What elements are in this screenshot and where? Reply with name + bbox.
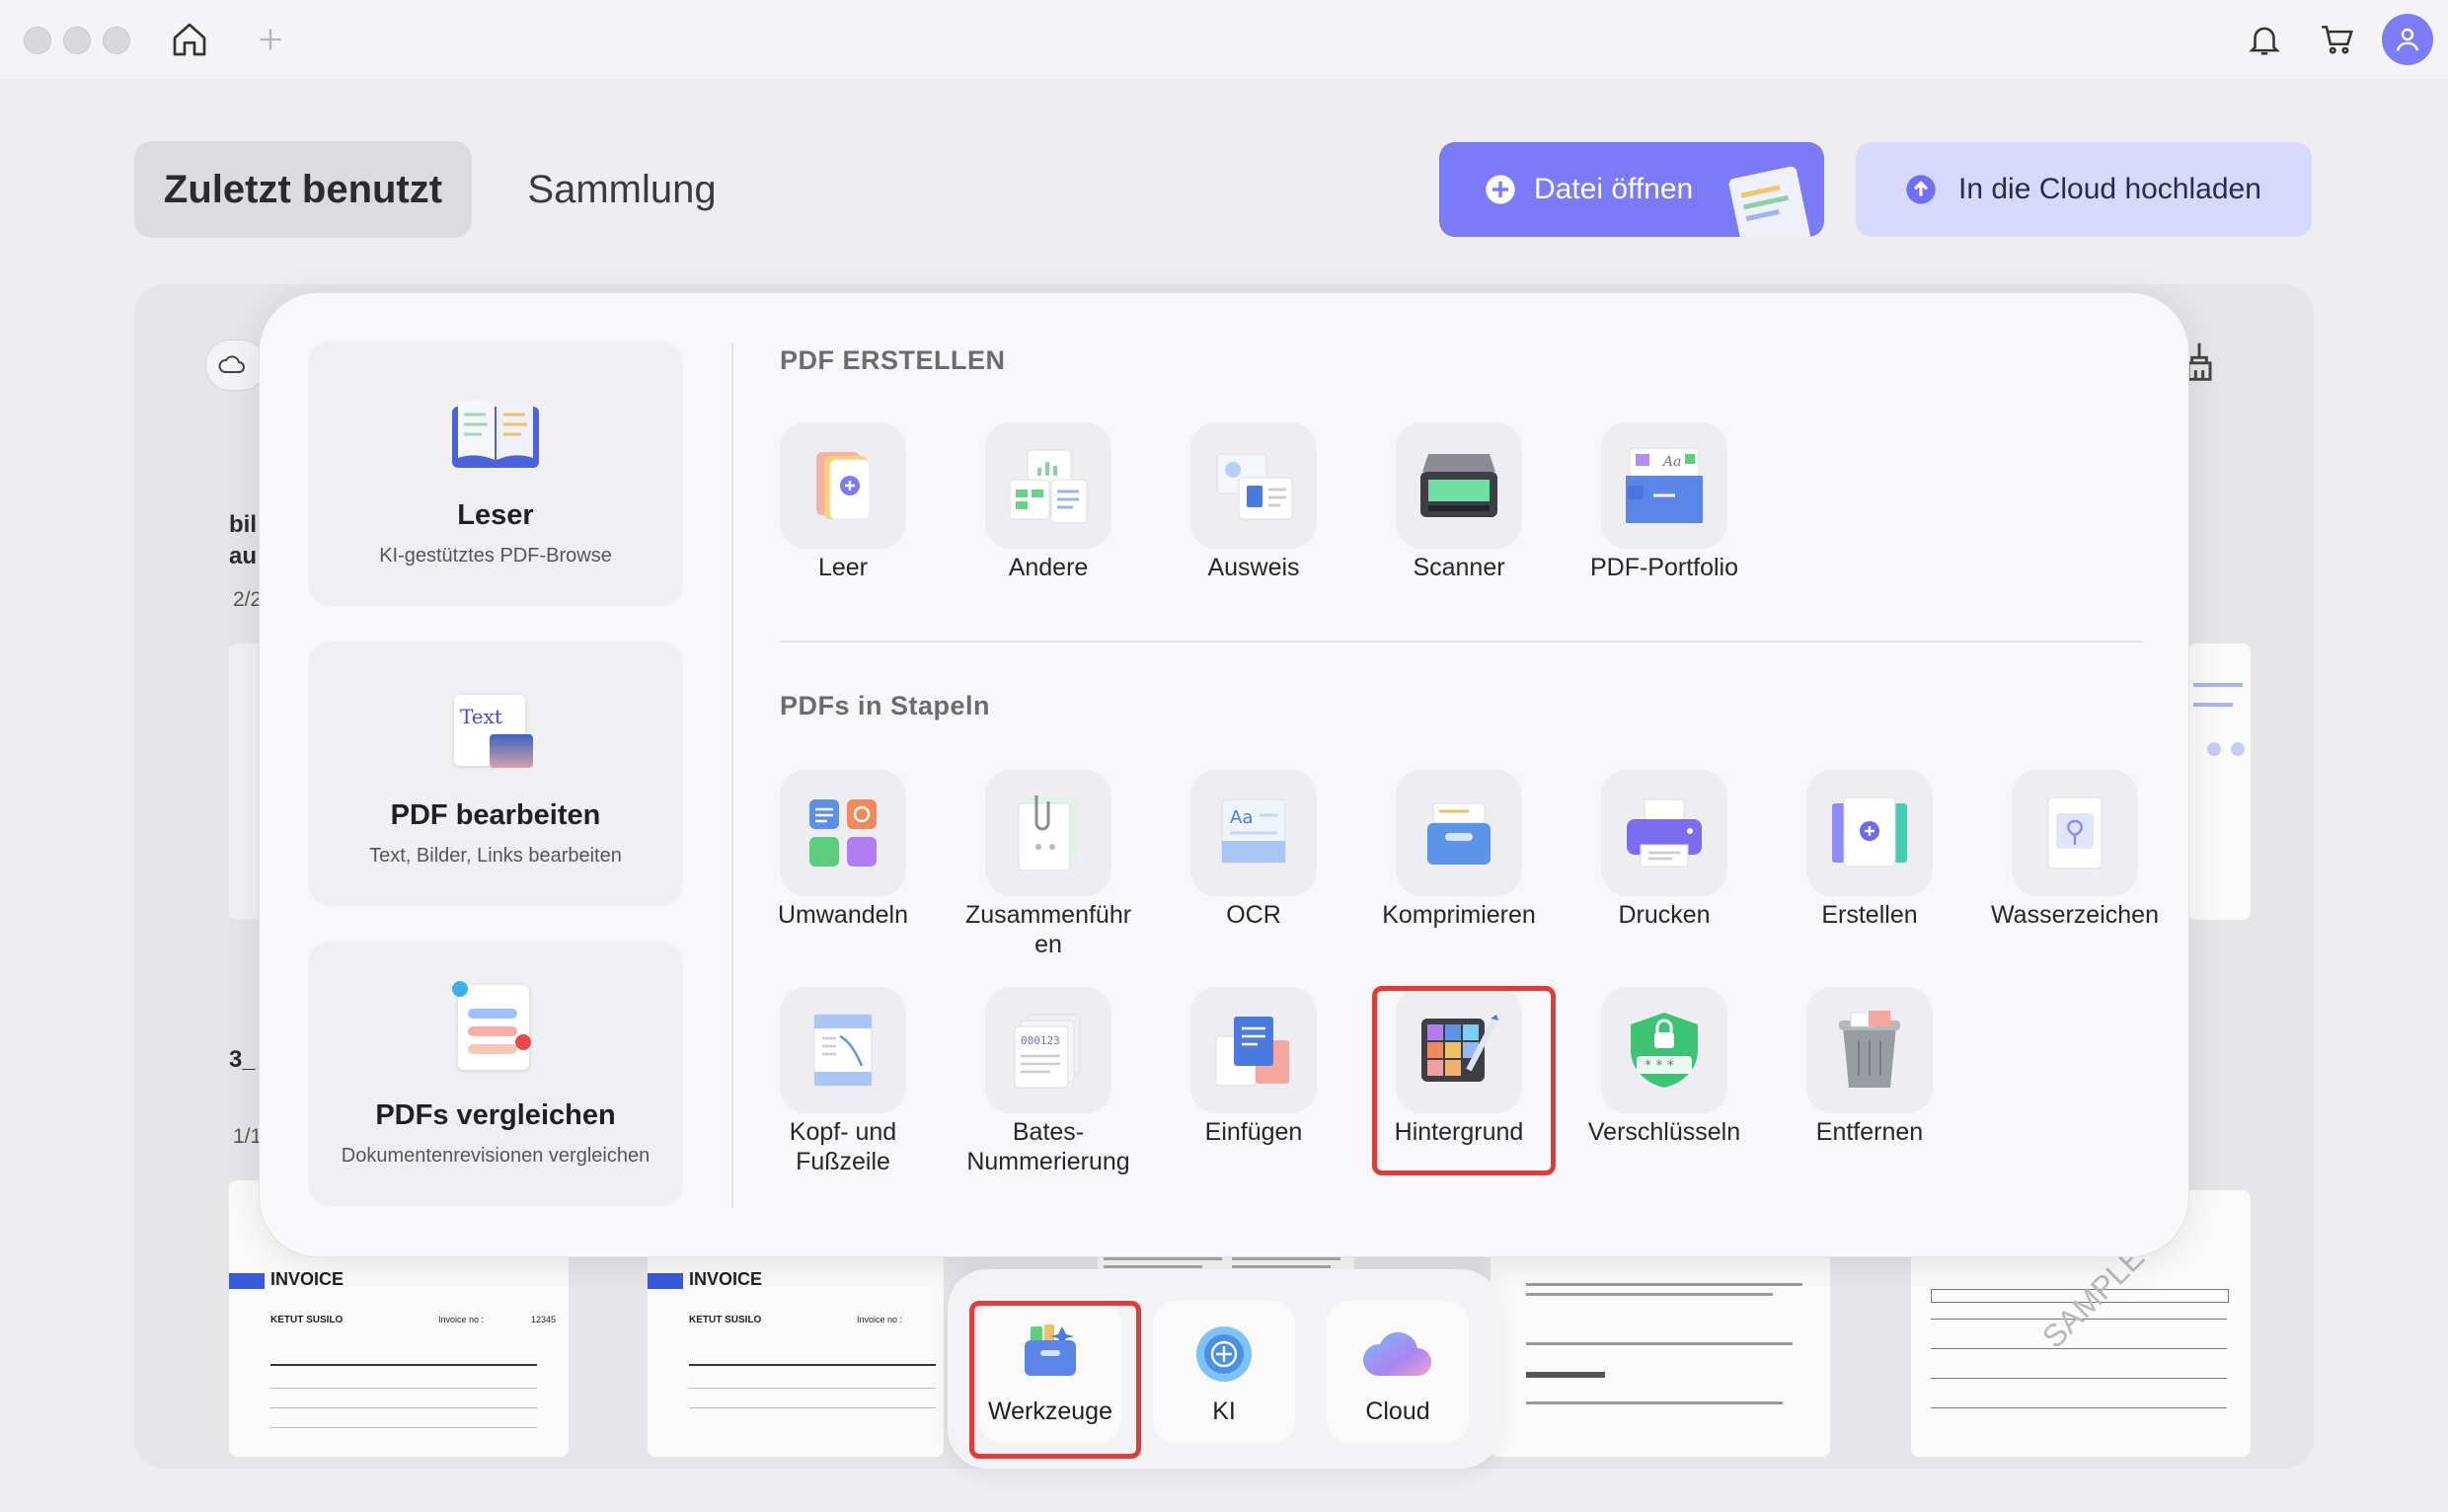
open-file-label: Datei öffnen <box>1534 173 1694 205</box>
invoice-to-2: KETUT SUSILO <box>689 1315 762 1325</box>
reader-subtitle: KI-gestütztes PDF-Browse <box>379 545 612 567</box>
notification-bell-icon[interactable] <box>2243 18 2286 61</box>
tool-id-card-label: Ausweis <box>1207 554 1300 581</box>
convert-icon <box>780 770 906 896</box>
new-tab-icon[interactable] <box>253 22 288 57</box>
tool-scanner-label: Scanner <box>1413 554 1505 581</box>
background-tool-highlight <box>1372 986 1556 1175</box>
file-pages-2: 1/1 <box>233 1125 263 1148</box>
compare-subtitle: Dokumentenrevisionen vergleichen <box>341 1145 650 1167</box>
other-documents-icon <box>985 422 1111 549</box>
dock-cloud[interactable]: Cloud <box>1327 1301 1469 1443</box>
tool-header-footer-label: Kopf- und Fußzeile <box>789 1118 897 1175</box>
edit-pdf-subtitle: Text, Bilder, Links bearbeiten <box>369 845 622 867</box>
blank-page-icon <box>780 422 906 549</box>
tool-ocr-label: OCR <box>1226 901 1281 929</box>
cloud-dock-icon <box>1360 1328 1435 1385</box>
tool-blank-label: Leer <box>817 554 869 581</box>
scanner-icon <box>1396 422 1522 549</box>
reader-card[interactable]: Leser KI-gestütztes PDF-Browse <box>308 341 683 606</box>
window-close-button[interactable] <box>24 27 51 54</box>
compare-title: PDFs vergleichen <box>375 1099 616 1131</box>
open-file-button[interactable]: Datei öffnen <box>1439 142 1824 237</box>
printer-icon <box>1601 770 1727 896</box>
svg-text:Aa: Aa <box>1230 807 1253 828</box>
cloud-upload-button[interactable]: In die Cloud hochladen <box>1856 142 2312 237</box>
cloud-upload-label: In die Cloud hochladen <box>1958 173 2261 205</box>
plus-circle-icon <box>1485 174 1516 213</box>
tool-compress-label: Komprimieren <box>1382 901 1536 929</box>
file-thumbnail-right-1[interactable] <box>2187 643 2251 920</box>
dock-cloud-label: Cloud <box>1365 1398 1430 1425</box>
ocr-icon: Aa <box>1190 770 1317 896</box>
encrypt-shield-icon: * * * <box>1601 987 1727 1113</box>
compress-icon <box>1396 770 1522 896</box>
tab-collection[interactable]: Sammlung <box>513 141 730 238</box>
tool-create-label: Erstellen <box>1821 901 1918 929</box>
tool-encrypt-label: Verschlüsseln <box>1587 1118 1741 1146</box>
user-avatar[interactable] <box>2382 14 2433 65</box>
trash-can-icon <box>1806 987 1933 1113</box>
file-name-2: 3_ <box>229 1046 256 1073</box>
window-zoom-button[interactable] <box>103 27 130 54</box>
cart-icon[interactable] <box>2316 18 2359 61</box>
section-divider <box>780 641 2142 643</box>
tool-other-label: Andere <box>1008 554 1089 581</box>
svg-text:Aa: Aa <box>1661 454 1681 470</box>
tool-merge-label: Zusammenführ en <box>964 901 1132 958</box>
invoice-no-label-1: Invoice no : <box>438 1315 485 1324</box>
popup-vertical-divider <box>731 343 733 1208</box>
tool-print-label: Drucken <box>1618 901 1711 929</box>
dock-ai[interactable]: KI <box>1153 1301 1295 1443</box>
cloud-icon <box>218 352 246 381</box>
tool-convert-label: Umwandeln <box>777 901 908 929</box>
compare-icon <box>452 981 531 1070</box>
dock-ai-label: KI <box>1212 1398 1236 1425</box>
invoice-title-2: INVOICE <box>689 1269 763 1289</box>
ai-orb-icon <box>1192 1323 1256 1391</box>
title-bar <box>0 0 2448 79</box>
tool-bates-numbering-label: Bates- Nummerierung <box>966 1118 1130 1175</box>
window-minimize-button[interactable] <box>63 27 91 54</box>
id-card-icon <box>1190 422 1317 549</box>
invoice-no-label-2: Invoice no : <box>857 1315 903 1324</box>
tools-dock-highlight <box>969 1301 1141 1459</box>
invoice-title-1: INVOICE <box>270 1269 344 1289</box>
tool-watermark-label: Wasserzeichen <box>1991 901 2159 929</box>
invoice-no-1: 12345 <box>531 1315 557 1324</box>
home-icon[interactable] <box>168 18 211 61</box>
edit-pdf-card[interactable]: Text PDF bearbeiten Text, Bilder, Links … <box>308 642 683 906</box>
watermark-icon <box>2012 770 2138 896</box>
tool-insert-label: Einfügen <box>1204 1118 1303 1146</box>
tool-pdf-portfolio-label: PDF-Portfolio <box>1589 554 1739 581</box>
edit-pdf-title: PDF bearbeiten <box>390 799 601 831</box>
svg-text:000123: 000123 <box>1021 1034 1060 1047</box>
insert-pages-icon <box>1190 987 1317 1113</box>
cloud-filter-chip[interactable] <box>205 340 267 391</box>
invoice-to-1: KETUT SUSILO <box>270 1315 344 1325</box>
bates-numbering-icon: 000123 <box>985 987 1111 1113</box>
compare-pdfs-card[interactable]: PDFs vergleichen Dokumentenrevisionen ve… <box>308 942 683 1206</box>
svg-text:* * *: * * * <box>1645 1058 1674 1074</box>
file-pages-1: 2/2 <box>233 588 263 611</box>
upload-arrow-icon <box>1905 174 1937 213</box>
edit-text-icon: Text <box>454 695 533 768</box>
tool-remove-label: Entfernen <box>1815 1118 1924 1146</box>
header-footer-icon <box>780 987 906 1113</box>
merge-icon <box>985 770 1111 896</box>
section-create-heading: PDF ERSTELLEN <box>780 345 1006 375</box>
reader-title: Leser <box>457 499 534 531</box>
document-stack-icon <box>1727 165 1812 237</box>
portfolio-icon: Aa <box>1601 422 1727 549</box>
section-batch-heading: PDFs in Stapeln <box>780 691 991 720</box>
tab-recent[interactable]: Zuletzt benutzt <box>134 141 472 238</box>
book-icon <box>450 391 541 475</box>
create-pdf-icon <box>1806 770 1933 896</box>
